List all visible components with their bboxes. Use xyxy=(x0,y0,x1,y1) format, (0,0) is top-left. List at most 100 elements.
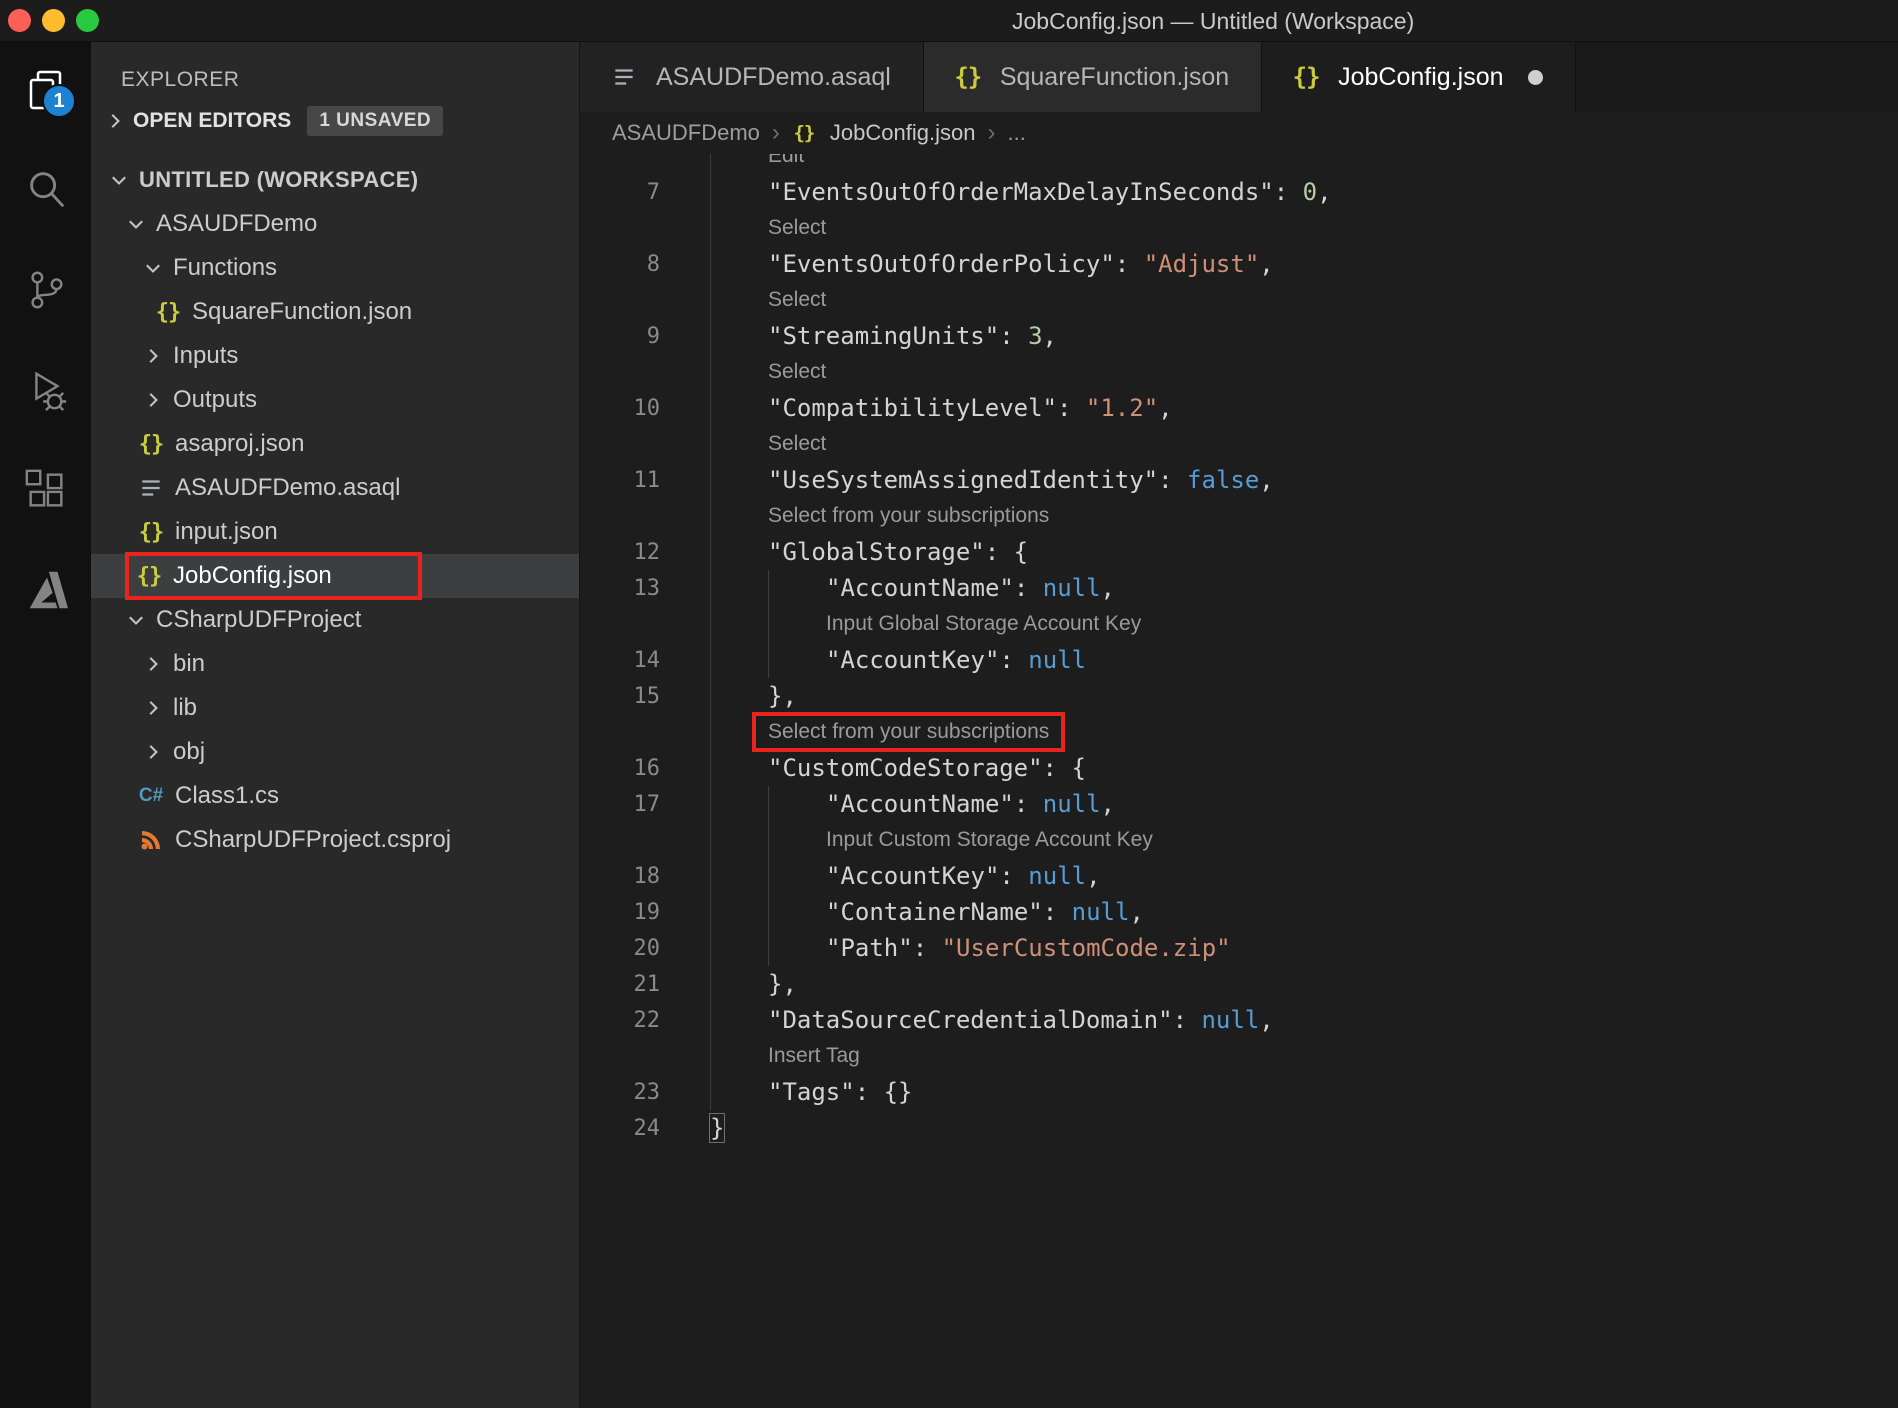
code-content[interactable]: "AccountName": null, xyxy=(710,570,1115,606)
code-content[interactable]: "AccountKey": null, xyxy=(710,858,1101,894)
codelens-link[interactable]: Edit xyxy=(768,154,804,174)
activity-item-azure[interactable] xyxy=(0,542,91,642)
activity-item-search[interactable] xyxy=(0,142,91,242)
activity-item-explorer[interactable]: 1 xyxy=(0,42,91,142)
activity-item-extensions[interactable] xyxy=(0,442,91,542)
token-pun: , xyxy=(1129,898,1144,926)
open-editors-section[interactable]: OPEN EDITORS 1 UNSAVED xyxy=(91,98,579,144)
indent-guide xyxy=(710,966,768,1002)
indent-guide xyxy=(710,210,768,246)
codelens-link[interactable]: Select xyxy=(768,426,826,462)
tree-item-asaudfdemo[interactable]: ASAUDFDemo xyxy=(91,202,579,246)
tree-item-asaudfdemo-asaql[interactable]: ASAUDFDemo.asaql xyxy=(91,466,579,510)
code-content[interactable]: "GlobalStorage": { xyxy=(710,534,1028,570)
tree-item-csharpudfproject-csproj[interactable]: CSharpUDFProject.csproj xyxy=(91,818,579,862)
breadcrumb-item-jobconfig-json[interactable]: {} JobConfig.json xyxy=(792,120,975,146)
code-content[interactable]: } xyxy=(708,1110,726,1146)
window-controls xyxy=(8,9,99,32)
code-content[interactable]: "ContainerName": null, xyxy=(710,894,1144,930)
codelens-link[interactable]: Select xyxy=(768,282,826,318)
code-content[interactable]: "CustomCodeStorage": { xyxy=(710,750,1086,786)
line-number: 19 xyxy=(633,899,661,925)
tree-item-functions[interactable]: Functions xyxy=(91,246,579,290)
code-text: "AccountName": null, xyxy=(826,786,1115,822)
line-number: 20 xyxy=(633,935,661,961)
close-window-button[interactable] xyxy=(8,9,31,32)
sidebar-title: EXPLORER xyxy=(121,68,240,91)
codelens-link[interactable]: Input Custom Storage Account Key xyxy=(826,822,1153,858)
codelens-link[interactable]: Input Global Storage Account Key xyxy=(826,606,1141,642)
code-content[interactable]: "EventsOutOfOrderMaxDelayInSeconds": 0, xyxy=(710,174,1332,210)
chevron-down-icon xyxy=(105,169,133,191)
tree-item-bin[interactable]: bin xyxy=(91,642,579,686)
indent-guide xyxy=(710,606,768,642)
code-content[interactable]: "AccountKey": null xyxy=(710,642,1086,678)
tree-item-label: CSharpUDFProject xyxy=(156,606,362,633)
token-key: "EventsOutOfOrderPolicy" xyxy=(768,250,1115,278)
line-number: 12 xyxy=(633,539,661,565)
unsaved-badge: 1 UNSAVED xyxy=(307,106,444,136)
activity-item-run-debug[interactable] xyxy=(0,342,91,442)
tree-item-inputs[interactable]: Inputs xyxy=(91,334,579,378)
codelens-link[interactable]: Select xyxy=(768,210,826,246)
line-number: 18 xyxy=(633,863,661,889)
tree-item-input-json[interactable]: {} input.json xyxy=(91,510,579,554)
code-text: "CompatibilityLevel": "1.2", xyxy=(768,390,1173,426)
maximize-window-button[interactable] xyxy=(76,9,99,32)
tree-item-outputs[interactable]: Outputs xyxy=(91,378,579,422)
source-control-icon xyxy=(23,267,69,318)
tree-item-lib[interactable]: lib xyxy=(91,686,579,730)
json-braces-icon: {} xyxy=(793,122,815,144)
code-content[interactable]: "DataSourceCredentialDomain": null, xyxy=(710,1002,1274,1038)
code-content[interactable]: "EventsOutOfOrderPolicy": "Adjust", xyxy=(710,246,1274,282)
line-number xyxy=(580,354,660,390)
token-pun: : xyxy=(1013,574,1043,602)
codelens-row: Input Custom Storage Account Key xyxy=(580,822,1898,858)
tree-item-label: Outputs xyxy=(173,386,258,413)
codelens-link[interactable]: Insert Tag xyxy=(768,1038,860,1074)
codelens-link[interactable]: Select xyxy=(768,354,826,390)
tree-item-label: Inputs xyxy=(173,342,239,369)
line-number: 24 xyxy=(633,1115,661,1141)
breadcrumb-item-[interactable]: ... xyxy=(1007,120,1025,146)
code-content[interactable]: "StreamingUnits": 3, xyxy=(710,318,1057,354)
json-file-icon: {} xyxy=(133,432,169,457)
codelens-link[interactable]: Select from your subscriptions xyxy=(768,498,1049,534)
activity-item-source-control[interactable] xyxy=(0,242,91,342)
tree-item-jobconfig-json[interactable]: {} JobConfig.json xyxy=(91,552,579,600)
line-number: 10 xyxy=(633,395,661,421)
token-key: "ContainerName" xyxy=(826,898,1043,926)
tree-item-class1-cs[interactable]: C# Class1.cs xyxy=(91,774,579,818)
tree-item-csharpudfproject[interactable]: CSharpUDFProject xyxy=(91,598,579,642)
indent-guide xyxy=(710,154,768,174)
indent-guide xyxy=(710,390,768,426)
token-con: null xyxy=(1042,790,1101,818)
code-content[interactable]: "UseSystemAssignedIdentity": false, xyxy=(710,462,1274,498)
tree-item-squarefunction-json[interactable]: {} SquareFunction.json xyxy=(91,290,579,334)
code-content[interactable]: }, xyxy=(710,966,797,1002)
tree-item-obj[interactable]: obj xyxy=(91,730,579,774)
code-content[interactable]: "Tags": {} xyxy=(710,1074,913,1110)
token-pun: , xyxy=(1042,322,1057,350)
tree-item-asaproj-json[interactable]: {} asaproj.json xyxy=(91,422,579,466)
json-file-icon: {} xyxy=(786,122,822,144)
tree-item-content: Functions xyxy=(139,246,277,290)
token-key: "AccountName" xyxy=(826,574,1014,602)
tab-asaudfdemo-asaql[interactable]: ASAUDFDemo.asaql xyxy=(580,42,924,112)
modified-dot-icon[interactable] xyxy=(1527,69,1543,85)
breadcrumb-item-asaudfdemo[interactable]: ASAUDFDemo xyxy=(612,120,760,146)
code-content[interactable]: "CompatibilityLevel": "1.2", xyxy=(710,390,1173,426)
json-file-icon: {} xyxy=(131,564,167,589)
code-content[interactable]: }, xyxy=(710,678,797,714)
token-pun: : xyxy=(999,646,1029,674)
codelens-link-red-box[interactable]: Select from your subscriptions xyxy=(752,712,1066,752)
editor[interactable]: Edit 7 "EventsOutOfOrderMaxDelayInSeconds"… xyxy=(580,154,1898,1408)
code-content[interactable]: "AccountName": null, xyxy=(710,786,1115,822)
code-content[interactable]: "Path": "UserCustomCode.zip" xyxy=(710,930,1231,966)
tab-jobconfig-json[interactable]: {} JobConfig.json xyxy=(1262,42,1576,112)
minimize-window-button[interactable] xyxy=(42,9,65,32)
code-text: "EventsOutOfOrderMaxDelayInSeconds": 0, xyxy=(768,174,1332,210)
tab-squarefunction-json[interactable]: {} SquareFunction.json xyxy=(923,42,1263,112)
tree-item-untitled-workspace[interactable]: UNTITLED (WORKSPACE) xyxy=(91,158,579,202)
run-debug-icon xyxy=(23,367,69,418)
